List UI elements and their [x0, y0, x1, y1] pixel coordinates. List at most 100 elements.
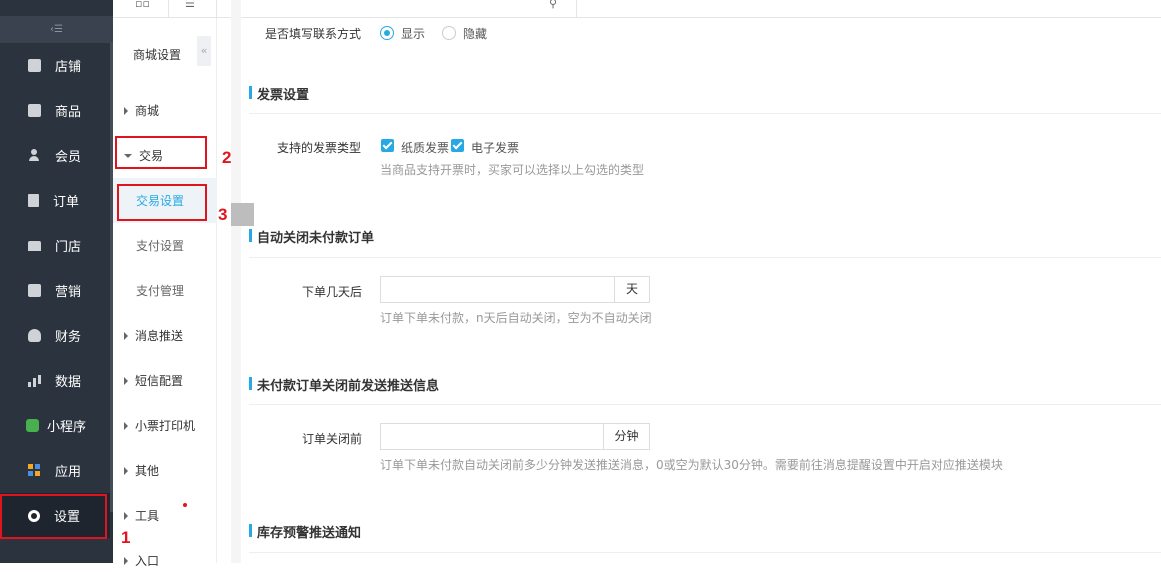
- main-sidebar: ‹☰ 店铺 商品 会员 订单 门店 营销 财务 数据 小程序 应用 设置: [0, 0, 113, 563]
- search-input[interactable]: [225, 0, 575, 12]
- radio-hide-label: 隐藏: [463, 27, 488, 41]
- submenu-label: 支付管理: [136, 284, 185, 298]
- sidebar-item-label: 应用: [55, 465, 82, 480]
- chevron-right-icon: [124, 511, 128, 520]
- annotation-box-trade-settings: [117, 184, 207, 221]
- close-notice-hint: 订单下单未付款自动关闭前多少分钟发送推送消息，0或空为默认30分钟。需要前往消息…: [380, 458, 1003, 472]
- sidebar-item-label: 小程序: [47, 420, 87, 435]
- auto-close-days-group: 天: [380, 276, 650, 303]
- chevron-right-icon: [124, 106, 128, 115]
- e-invoice-checkbox[interactable]: [451, 139, 464, 152]
- sidebar-item-store[interactable]: 店铺: [0, 43, 110, 88]
- menu-collapse-icon[interactable]: ‹☰: [0, 16, 113, 43]
- submenu-label: 其他: [135, 464, 160, 478]
- gift-icon: [28, 284, 41, 297]
- divider: [576, 0, 577, 17]
- chevron-right-icon: [124, 331, 128, 340]
- minutes-unit: 分钟: [603, 424, 649, 449]
- submenu-title: 商城设置: [133, 48, 182, 62]
- divider: [216, 0, 217, 17]
- bar-chart-icon: [28, 374, 41, 387]
- content-gutter: [231, 0, 241, 563]
- submenu-group-printer[interactable]: 小票打印机: [113, 403, 217, 448]
- divider: [249, 404, 1161, 405]
- order-icon: [28, 194, 39, 207]
- sidebar-item-finance[interactable]: 财务: [0, 313, 110, 358]
- auto-close-hint: 订单下单未付款，n天后自动关闭，空为不自动关闭: [380, 311, 652, 325]
- submenu-label: 支付设置: [136, 239, 185, 253]
- sidebar-item-label: 会员: [55, 150, 82, 165]
- close-notice-label: 订单关闭前: [301, 432, 362, 446]
- divider: [249, 113, 1161, 114]
- contact-label: 是否填写联系方式: [264, 27, 361, 41]
- submenu-label: 商城: [135, 104, 160, 118]
- annotation-box-trade: [115, 136, 207, 169]
- goods-icon: [28, 104, 41, 117]
- radio-show-label: 显示: [401, 27, 426, 41]
- annotation-number-1: 1: [121, 528, 131, 547]
- submenu-group-sms[interactable]: 短信配置: [113, 358, 217, 403]
- store-icon: [28, 59, 41, 72]
- money-bag-icon: [28, 329, 41, 342]
- sidebar-item-label: 数据: [55, 375, 82, 390]
- sidebar-item-mini-program[interactable]: 小程序: [0, 403, 110, 448]
- member-icon: [28, 149, 41, 162]
- chevron-right-icon: [124, 376, 128, 385]
- submenu-group-other[interactable]: 其他: [113, 448, 217, 493]
- submenu-group-message-push[interactable]: 消息推送: [113, 313, 217, 358]
- submenu-label: 短信配置: [135, 374, 184, 388]
- annotation-box-settings: [0, 494, 107, 539]
- submenu-label: 工具: [135, 509, 160, 523]
- sidebar-item-shop[interactable]: 门店: [0, 223, 110, 268]
- invoice-hint: 当商品支持开票时，买家可以选择以上勾选的类型: [380, 163, 645, 177]
- divider: [249, 552, 1161, 553]
- submenu-label: 入口: [135, 554, 160, 568]
- submenu-label: 小票打印机: [135, 419, 196, 433]
- invoice-section-title: 发票设置: [249, 84, 309, 103]
- settings-submenu: 商城设置 « 商城 交易 交易设置 支付设置 支付管理 消息推送 短信配置 小票…: [113, 18, 217, 568]
- sidebar-item-label: 财务: [55, 330, 82, 345]
- submenu-item-payment-management[interactable]: 支付管理: [113, 268, 217, 313]
- paper-invoice-label: 纸质发票: [401, 141, 450, 155]
- sidebar-item-order[interactable]: 订单: [0, 178, 110, 223]
- chevron-right-icon: [124, 421, 128, 430]
- invoice-type-label: 支持的发票类型: [276, 141, 361, 155]
- sidebar-item-member[interactable]: 会员: [0, 133, 110, 178]
- paper-invoice-checkbox[interactable]: [381, 139, 394, 152]
- submenu-item-payment-settings[interactable]: 支付设置: [113, 223, 217, 268]
- e-invoice-label: 电子发票: [471, 141, 520, 155]
- mini-program-icon: [26, 419, 39, 432]
- close-notice-minutes-input[interactable]: [381, 424, 603, 449]
- fold-submenu-icon[interactable]: «: [197, 36, 211, 66]
- days-unit: 天: [614, 277, 649, 302]
- sidebar-item-apps[interactable]: 应用: [0, 448, 110, 493]
- submenu-label: 消息推送: [135, 329, 184, 343]
- red-dot-badge: [183, 503, 187, 507]
- close-notice-group: 分钟: [380, 423, 650, 450]
- radio-show[interactable]: [380, 26, 394, 40]
- sidebar-item-label: 营销: [55, 285, 82, 300]
- grid-icon[interactable]: ▫▫: [135, 0, 150, 9]
- auto-close-section-title: 自动关闭未付款订单: [249, 227, 374, 246]
- annotation-number-3: 3: [218, 205, 228, 224]
- auto-close-days-label: 下单几天后: [301, 285, 362, 299]
- close-notice-section-title: 未付款订单关闭前发送推送信息: [249, 375, 439, 394]
- sidebar-item-label: 商品: [55, 105, 82, 120]
- chevron-right-icon: [124, 556, 128, 565]
- radio-hide[interactable]: [442, 26, 456, 40]
- sidebar-item-label: 店铺: [55, 60, 82, 75]
- auto-close-days-input[interactable]: [381, 277, 614, 302]
- sidebar-item-marketing[interactable]: 营销: [0, 268, 110, 313]
- shop-icon: [28, 240, 41, 251]
- sidebar-item-goods[interactable]: 商品: [0, 88, 110, 133]
- submenu-group-mall[interactable]: 商城: [113, 88, 217, 133]
- top-toolbar: ▫▫ ☰ ⚲: [113, 0, 1161, 18]
- search-icon[interactable]: ⚲: [549, 0, 557, 9]
- apps-grid-icon: [28, 464, 41, 477]
- divider: [249, 257, 1161, 258]
- list-icon[interactable]: ☰: [185, 0, 195, 9]
- sidebar-item-data[interactable]: 数据: [0, 358, 110, 403]
- divider: [168, 0, 169, 17]
- sidebar-item-label: 订单: [53, 195, 80, 210]
- sidebar-item-label: 门店: [55, 240, 82, 255]
